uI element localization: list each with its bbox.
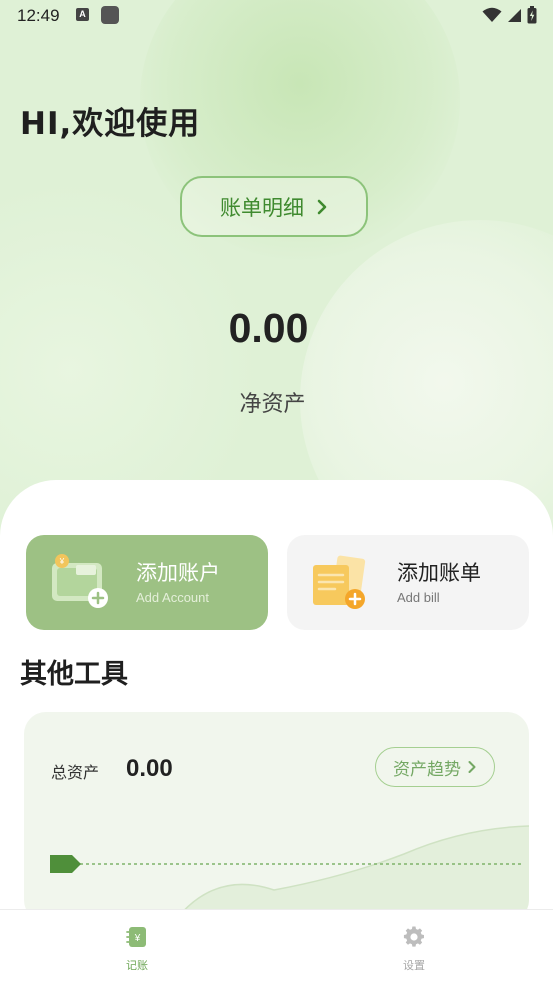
notification-a-icon: A: [76, 8, 89, 21]
asset-trend-button[interactable]: 资产趋势: [375, 747, 495, 787]
nav-label-settings: 设置: [403, 959, 425, 972]
signal-icon: [508, 8, 521, 22]
add-account-subtitle: Add Account: [136, 590, 209, 605]
add-bill-title: 添加账单: [397, 561, 481, 585]
other-tools-title: 其他工具: [20, 659, 128, 690]
total-assets-card: 总资产 0.00 资产趋势: [24, 712, 529, 922]
bottom-navigation: ¥ 记账 设置: [0, 909, 553, 984]
bill-detail-button[interactable]: 账单明细: [180, 176, 368, 237]
total-assets-label: 总资产: [51, 763, 100, 782]
net-assets-label: 净资产: [239, 392, 306, 417]
bill-detail-label: 账单明细: [220, 195, 304, 220]
status-bar: 12:49 A: [0, 0, 553, 32]
net-assets-value: 0.00: [228, 305, 309, 351]
add-bill-subtitle: Add bill: [397, 590, 440, 605]
wifi-icon: [482, 7, 502, 22]
svg-text:¥: ¥: [59, 557, 65, 566]
welcome-greeting: HI,欢迎使用: [20, 106, 201, 142]
battery-icon: [527, 6, 537, 24]
total-assets-value: 0.00: [126, 755, 173, 782]
status-indicators: [482, 6, 537, 24]
add-account-card[interactable]: ¥ 添加账户 Add Account: [26, 535, 268, 630]
baseline-marker: [50, 855, 81, 873]
chevron-right-icon: [317, 199, 327, 214]
svg-text:¥: ¥: [134, 933, 141, 944]
status-time: 12:49: [17, 6, 60, 25]
bookkeeping-icon: ¥: [126, 927, 146, 947]
nav-item-bookkeeping[interactable]: ¥ 记账: [97, 926, 177, 973]
trend-area: [174, 826, 529, 922]
gear-icon: [403, 926, 424, 947]
add-account-text: 添加账户 Add Account: [136, 559, 220, 607]
asset-trend-chart: [50, 825, 529, 922]
nav-label-bookkeeping: 记账: [126, 959, 148, 972]
add-bill-card[interactable]: 添加账单 Add bill: [287, 535, 529, 630]
wallet-add-icon: ¥: [52, 554, 108, 608]
add-account-title: 添加账户: [136, 561, 220, 585]
chevron-right-icon: [468, 761, 476, 773]
app-notification-icon: [101, 6, 119, 24]
nav-item-settings[interactable]: 设置: [374, 926, 454, 973]
bill-add-icon: [313, 555, 366, 609]
asset-trend-label: 资产趋势: [393, 759, 461, 780]
hero-background: [0, 0, 553, 560]
add-bill-text: 添加账单 Add bill: [397, 559, 481, 607]
